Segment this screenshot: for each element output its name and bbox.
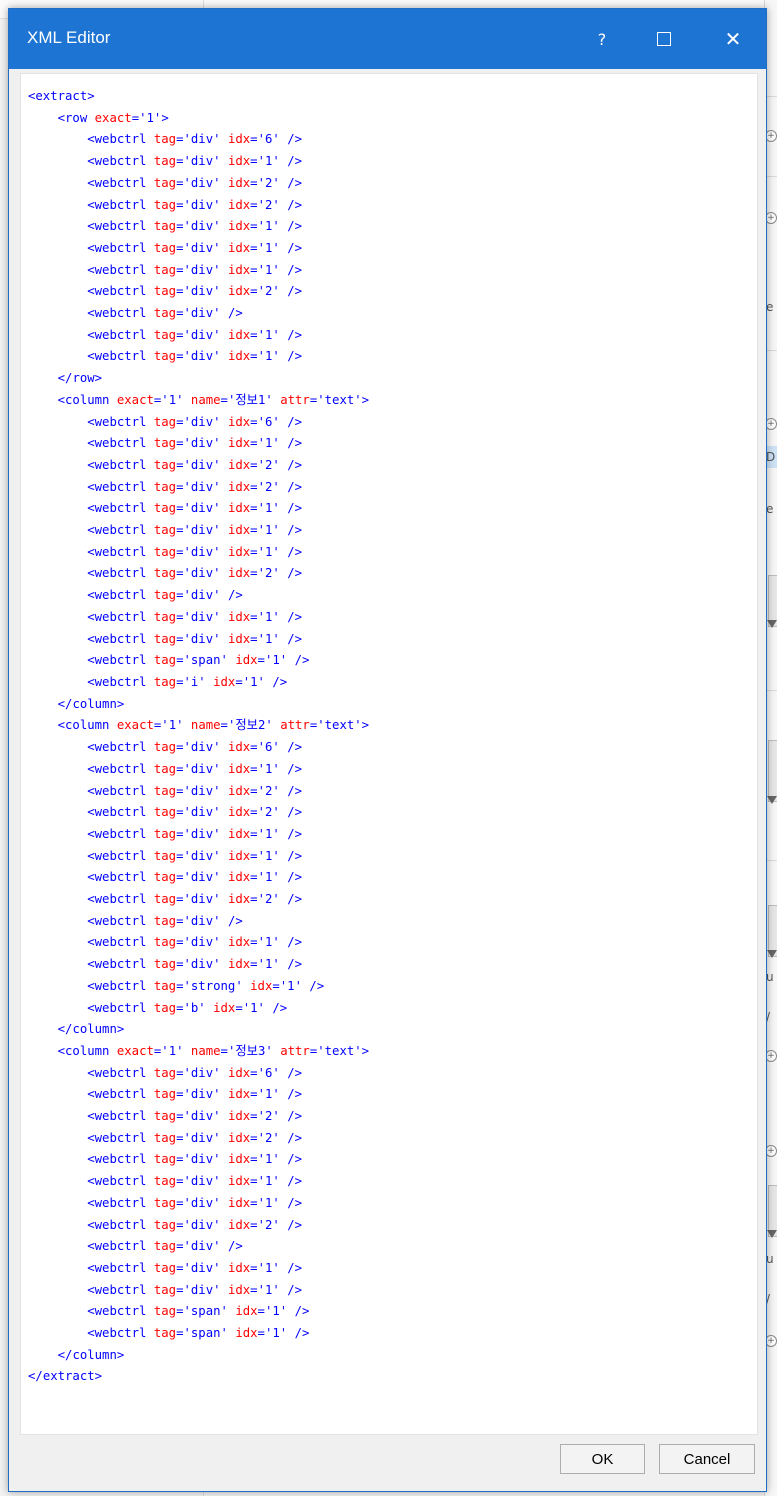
background-text-fragment: e	[766, 502, 774, 516]
down-arrow-icon	[767, 950, 777, 958]
close-button[interactable]: ✕	[709, 9, 757, 69]
xml-line: <webctrl tag='div' idx='1' />	[87, 327, 302, 342]
down-arrow-icon	[767, 620, 777, 628]
xml-line: <webctrl tag='div' idx='6' />	[87, 414, 302, 429]
xml-line: <webctrl tag='div' idx='1' />	[87, 761, 302, 776]
background-scrollbar	[768, 740, 777, 802]
xml-line: <webctrl tag='div' idx='1' />	[87, 870, 302, 885]
xml-line: </column>	[57, 1022, 125, 1037]
xml-line: <webctrl tag='div' idx='1' />	[87, 240, 302, 255]
help-icon: ?	[597, 29, 607, 49]
xml-line: <webctrl tag='div' idx='2' />	[87, 197, 302, 212]
xml-line: <webctrl tag='div' idx='6' />	[87, 132, 302, 147]
xml-line: <webctrl tag='div' idx='2' />	[87, 175, 302, 190]
xml-code[interactable]: <extract> <row exact='1'> <webctrl tag='…	[28, 86, 757, 1388]
xml-line: <webctrl tag='div' idx='1' />	[87, 631, 302, 646]
background-text-fragment: u	[766, 1252, 774, 1266]
xml-line: <webctrl tag='div' idx='1' />	[87, 609, 302, 624]
background-text-fragment: D	[766, 450, 776, 464]
xml-line: <webctrl tag='div' idx='2' />	[87, 805, 302, 820]
xml-line: <webctrl tag='div' idx='2' />	[87, 1109, 302, 1124]
cancel-button[interactable]: Cancel	[659, 1444, 755, 1474]
help-button[interactable]: ?	[578, 9, 626, 69]
xml-line: <webctrl tag='span' idx='1' />	[87, 653, 310, 668]
xml-line: </column>	[57, 696, 125, 711]
xml-line: <webctrl tag='span' idx='1' />	[87, 1326, 310, 1341]
close-icon: ✕	[724, 27, 742, 51]
xml-line: <webctrl tag='div' idx='1' />	[87, 349, 302, 364]
xml-line: <webctrl tag='div' />	[87, 913, 243, 928]
xml-line: <webctrl tag='div' idx='2' />	[87, 1217, 302, 1232]
xml-line: <webctrl tag='div' idx='1' />	[87, 826, 302, 841]
xml-line: <webctrl tag='div' idx='1' />	[87, 1152, 302, 1167]
xml-line: <webctrl tag='div' idx='1' />	[87, 848, 302, 863]
xml-line: <webctrl tag='div' idx='1' />	[87, 935, 302, 950]
xml-line: <webctrl tag='div' idx='1' />	[87, 523, 302, 538]
xml-line: <webctrl tag='div' idx='1' />	[87, 544, 302, 559]
xml-line: <webctrl tag='div' idx='1' />	[87, 957, 302, 972]
xml-line: <column exact='1' name='정보3' attr='text'…	[57, 1043, 370, 1058]
xml-line: <webctrl tag='div' idx='1' />	[87, 1087, 302, 1102]
xml-line: <webctrl tag='div' idx='2' />	[87, 892, 302, 907]
xml-line: </column>	[57, 1347, 125, 1362]
xml-line: <webctrl tag='div' idx='6' />	[87, 1065, 302, 1080]
down-arrow-icon	[767, 1230, 777, 1238]
xml-line: <webctrl tag='div' idx='1' />	[87, 1282, 302, 1297]
xml-line: <webctrl tag='span' idx='1' />	[87, 1304, 310, 1319]
xml-line: <webctrl tag='b' idx='1' />	[87, 1000, 288, 1015]
ok-button[interactable]: OK	[560, 1444, 645, 1474]
xml-line: <webctrl tag='div' />	[87, 306, 243, 321]
xml-line: <webctrl tag='i' idx='1' />	[87, 674, 288, 689]
xml-line: <webctrl tag='strong' idx='1' />	[87, 978, 325, 993]
xml-line: </row>	[57, 371, 103, 386]
xml-line: <row exact='1'>	[57, 110, 169, 125]
xml-line: <webctrl tag='div' idx='2' />	[87, 479, 302, 494]
maximize-icon	[657, 32, 671, 46]
xml-line: <webctrl tag='div' idx='1' />	[87, 1174, 302, 1189]
dialog-titlebar[interactable]: XML Editor ? ✕	[9, 9, 766, 69]
xml-line: <webctrl tag='div' idx='2' />	[87, 783, 302, 798]
dialog-title: XML Editor	[27, 28, 111, 47]
xml-line: <webctrl tag='div' idx='2' />	[87, 1130, 302, 1145]
xml-line: </extract>	[28, 1369, 103, 1384]
xml-line: <webctrl tag='div' idx='1' />	[87, 262, 302, 277]
xml-line: <webctrl tag='div' idx='1' />	[87, 1195, 302, 1210]
xml-line: <column exact='1' name='정보2' attr='text'…	[57, 718, 370, 733]
xml-editor-dialog: XML Editor ? ✕ <extract> <row exact='1'>…	[8, 8, 767, 1492]
xml-line: <column exact='1' name='정보1' attr='text'…	[57, 392, 370, 407]
maximize-button[interactable]	[640, 9, 688, 69]
xml-line: <webctrl tag='div' idx='1' />	[87, 154, 302, 169]
xml-line: <webctrl tag='div' />	[87, 588, 243, 603]
down-arrow-icon	[767, 796, 777, 804]
background-text-fragment: e	[766, 300, 774, 314]
xml-line: <webctrl tag='div' idx='2' />	[87, 566, 302, 581]
background-text-fragment: u	[766, 970, 774, 984]
xml-line: <webctrl tag='div' idx='1' />	[87, 219, 302, 234]
xml-line: <extract>	[28, 89, 95, 103]
xml-line: <webctrl tag='div' idx='1' />	[87, 436, 302, 451]
xml-line: <webctrl tag='div' />	[87, 1239, 243, 1254]
xml-line: <webctrl tag='div' idx='2' />	[87, 457, 302, 472]
xml-line: <webctrl tag='div' idx='2' />	[87, 284, 302, 299]
xml-text-editor[interactable]: <extract> <row exact='1'> <webctrl tag='…	[20, 73, 758, 1435]
xml-line: <webctrl tag='div' idx='6' />	[87, 740, 302, 755]
xml-line: <webctrl tag='div' idx='1' />	[87, 1260, 302, 1275]
xml-line: <webctrl tag='div' idx='1' />	[87, 501, 302, 516]
